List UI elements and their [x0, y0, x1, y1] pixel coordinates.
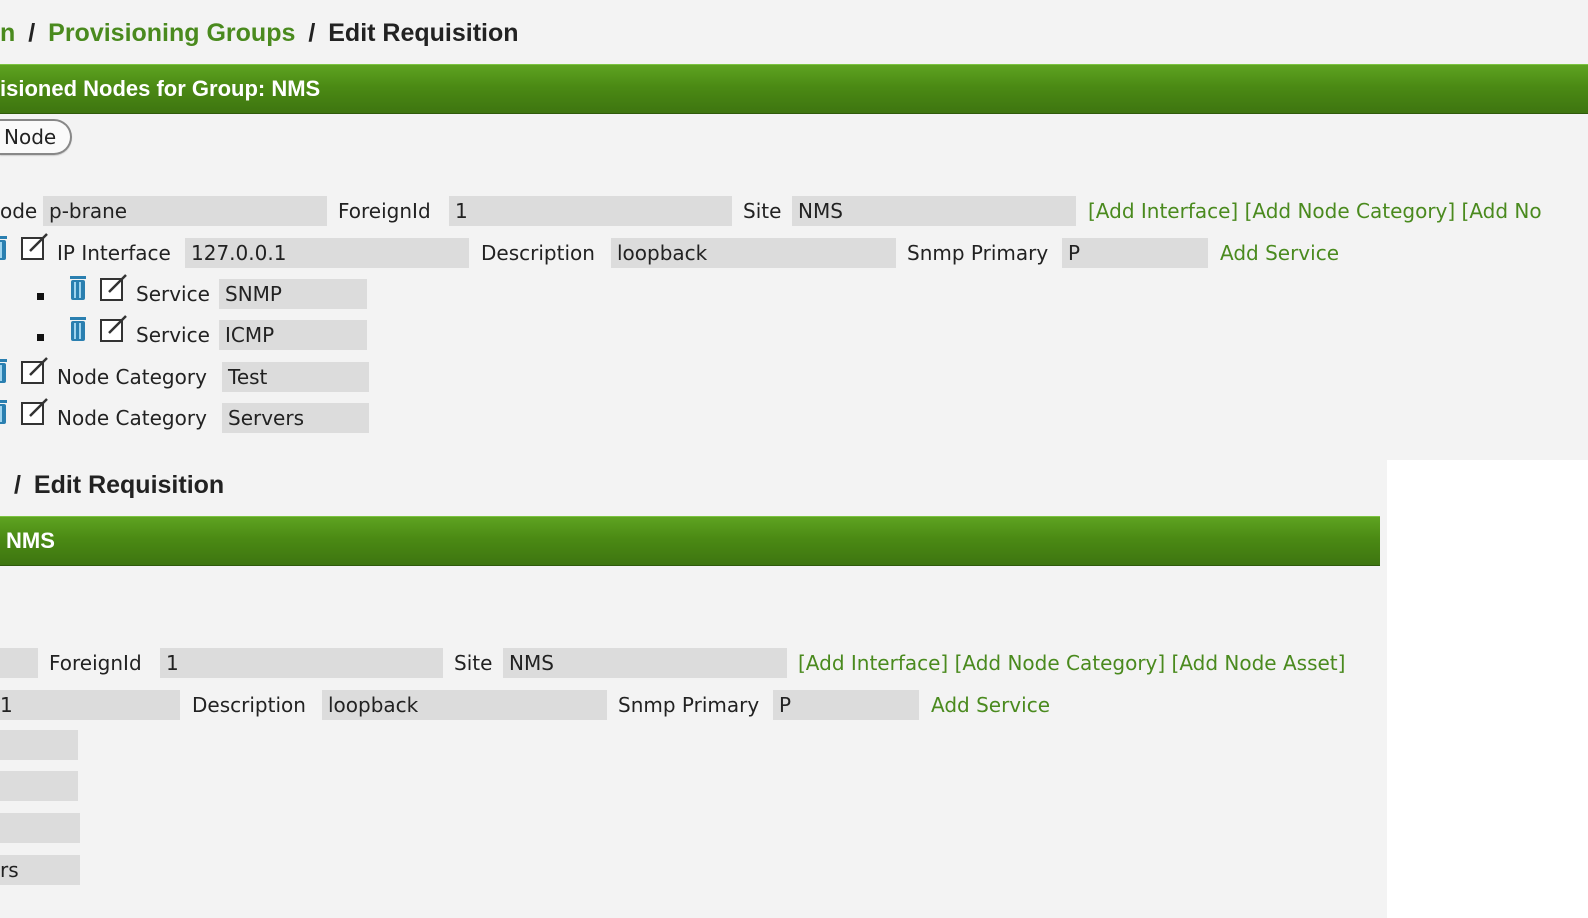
breadcrumb-first[interactable]: n	[0, 19, 15, 47]
foreign-id-field[interactable]: 1	[160, 648, 443, 678]
list-bullet	[37, 293, 44, 300]
breadcrumb-provisioning-groups[interactable]: Provisioning Groups	[48, 19, 295, 47]
breadcrumb-current: Edit Requisition	[328, 19, 519, 47]
node-label-field[interactable]	[0, 648, 38, 678]
section-title: NMS	[6, 528, 55, 553]
snmp-primary-label: Snmp Primary	[618, 693, 760, 717]
foreign-id-label: ForeignId	[49, 651, 142, 675]
add-service-link[interactable]: Add Service	[1220, 238, 1339, 268]
edit-icon[interactable]	[99, 273, 127, 301]
snmp-primary-field[interactable]: P	[773, 690, 919, 720]
edit-icon[interactable]	[20, 232, 48, 260]
trash-icon[interactable]	[0, 357, 12, 385]
breadcrumb: n / Provisioning Groups / Edit Requisiti…	[0, 18, 519, 48]
service-field[interactable]: ICMP	[219, 320, 367, 350]
service-label: Service	[136, 282, 210, 306]
node-category-label: Node Category	[57, 365, 207, 389]
foreign-id-label: ForeignId	[338, 199, 431, 223]
description-field[interactable]: loopback	[322, 690, 607, 720]
node-category-field[interactable]: Test	[222, 362, 369, 392]
edit-icon[interactable]	[20, 356, 48, 384]
add-node-links[interactable]: [Add Interface] [Add Node Category] [Add…	[1088, 196, 1542, 226]
breadcrumb-current: Edit Requisition	[33, 471, 225, 499]
bottom-panel: / Edit Requisition NMS ForeignId 1 Site …	[0, 460, 1387, 918]
service-field[interactable]: SNMP	[219, 279, 367, 309]
breadcrumb-separator: /	[308, 19, 316, 47]
trash-icon[interactable]	[0, 398, 12, 426]
list-bullet	[37, 334, 44, 341]
site-label: Site	[743, 199, 782, 223]
trash-icon[interactable]	[65, 315, 91, 343]
site-field[interactable]: NMS	[503, 648, 787, 678]
add-service-link[interactable]: Add Service	[931, 690, 1050, 720]
site-label: Site	[454, 651, 493, 675]
service-field[interactable]	[0, 730, 78, 760]
snmp-primary-label: Snmp Primary	[907, 241, 1049, 265]
ip-interface-label: IP Interface	[57, 241, 171, 265]
node-category-field[interactable]: Servers	[222, 403, 369, 433]
breadcrumb-separator: /	[28, 19, 36, 47]
node-category-label: Node Category	[57, 406, 207, 430]
ip-interface-field[interactable]: 1	[0, 690, 180, 720]
ip-interface-field[interactable]: 127.0.0.1	[185, 238, 469, 268]
service-field[interactable]	[0, 771, 78, 801]
trash-icon[interactable]	[0, 234, 12, 262]
node-label-field[interactable]: p-brane	[43, 196, 327, 226]
service-label: Service	[136, 323, 210, 347]
node-category-field[interactable]	[0, 813, 80, 843]
add-node-links[interactable]: [Add Interface] [Add Node Category] [Add…	[798, 648, 1345, 678]
edit-icon[interactable]	[20, 397, 48, 425]
node-category-field[interactable]: rs	[0, 855, 80, 885]
add-node-button[interactable]: Node	[0, 119, 73, 155]
section-header: isioned Nodes for Group: NMS	[0, 64, 1588, 114]
node-label: ode	[0, 199, 38, 223]
breadcrumb-separator: /	[14, 471, 21, 499]
foreign-id-field[interactable]: 1	[449, 196, 732, 226]
site-field[interactable]: NMS	[792, 196, 1076, 226]
breadcrumb: / Edit Requisition	[14, 470, 224, 500]
edit-icon[interactable]	[99, 314, 127, 342]
description-field[interactable]: loopback	[611, 238, 896, 268]
snmp-primary-field[interactable]: P	[1062, 238, 1208, 268]
description-label: Description	[481, 241, 595, 265]
top-panel: n / Provisioning Groups / Edit Requisiti…	[0, 0, 1588, 460]
description-label: Description	[192, 693, 306, 717]
trash-icon[interactable]	[65, 274, 91, 302]
section-header: NMS	[0, 516, 1380, 566]
section-title: isioned Nodes for Group: NMS	[0, 76, 321, 101]
